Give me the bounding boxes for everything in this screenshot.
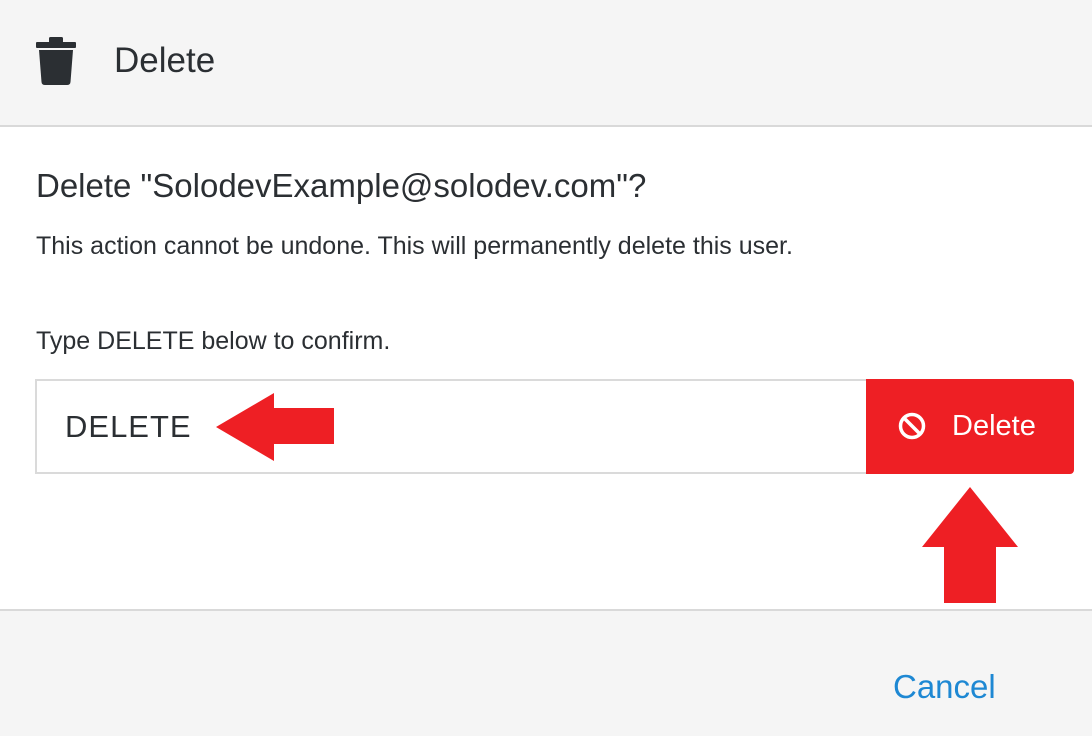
- arrow-left-icon: [216, 393, 334, 461]
- delete-button-label: Delete: [952, 410, 1036, 442]
- ban-icon: [898, 412, 926, 440]
- delete-user-dialog: Delete Delete "SolodevExample@solodev.co…: [0, 0, 1092, 736]
- delete-button[interactable]: Delete: [866, 379, 1074, 474]
- dialog-footer: Cancel: [0, 609, 1092, 736]
- delete-warning-text: This action cannot be undone. This will …: [36, 232, 793, 260]
- arrow-up-icon: [922, 487, 1018, 603]
- dialog-header: Delete: [0, 0, 1092, 127]
- cancel-button[interactable]: Cancel: [893, 667, 996, 707]
- confirm-instruction: Type DELETE below to confirm.: [36, 327, 391, 355]
- dialog-title: Delete: [114, 41, 216, 80]
- trash-icon: [36, 37, 76, 85]
- confirm-delete-input[interactable]: [35, 379, 866, 474]
- delete-heading: Delete "SolodevExample@solodev.com"?: [36, 167, 647, 204]
